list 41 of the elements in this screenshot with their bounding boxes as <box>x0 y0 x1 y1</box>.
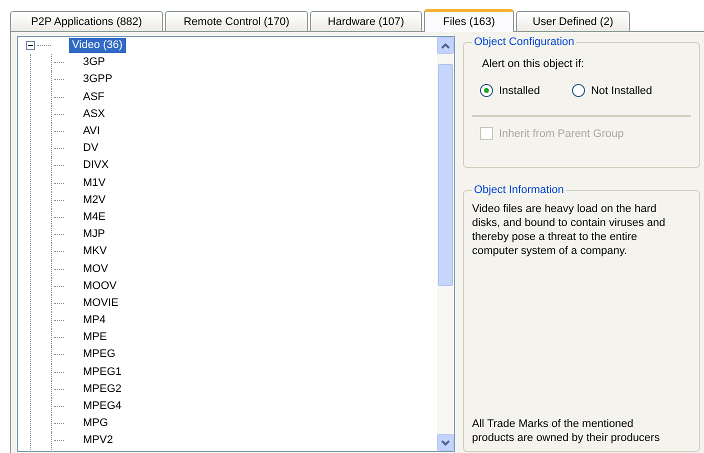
trademark-note: All Trade Marks of the mentioned products are owned by their producers <box>472 417 661 445</box>
tree-item[interactable]: MPV2 <box>80 433 116 448</box>
collapse-icon[interactable] <box>26 41 35 50</box>
tree-item[interactable]: M2V <box>80 192 109 208</box>
description-text: Video files are heavy load on the hard disks, and bound to contain viruses and thereby pose a threat to the entire computer system of a company. <box>472 202 666 258</box>
tree-item[interactable]: 3GP <box>80 55 108 70</box>
scroll-thumb[interactable] <box>438 64 453 286</box>
tree-item[interactable]: MPEG4 <box>80 399 125 414</box>
tree-item[interactable]: MJP <box>80 227 108 242</box>
group-title: Object Configuration <box>473 36 576 48</box>
tree-item[interactable]: M4E <box>80 210 109 225</box>
tree-item[interactable]: ASF <box>80 90 108 105</box>
scroll-down-button[interactable] <box>437 434 454 451</box>
tree-item[interactable]: MPG <box>80 416 112 432</box>
tab[interactable]: P2P Applications (882) <box>10 11 163 31</box>
tree-item[interactable]: Video (36) <box>69 38 126 54</box>
tree-item[interactable]: AVI <box>80 124 103 140</box>
scrollbar[interactable] <box>437 37 454 451</box>
tree-item[interactable]: MOVIE <box>80 296 122 311</box>
tree-item[interactable]: MPEG1 <box>80 364 125 380</box>
tree-item[interactable]: MOV <box>80 262 112 277</box>
tab[interactable]: Files (163) <box>424 9 514 32</box>
tree-item[interactable]: M1V <box>80 176 109 191</box>
tree-item[interactable]: MPEG <box>80 347 118 362</box>
radio-option[interactable]: Not Installed <box>572 84 652 97</box>
tab[interactable]: Hardware (107) <box>310 11 422 31</box>
tree-item[interactable]: MPEG2 <box>80 382 125 397</box>
tree-item[interactable]: MP4 <box>80 313 109 328</box>
tree-item[interactable]: MOOV <box>80 278 120 294</box>
tree-item[interactable]: 3GPP <box>80 72 116 88</box>
radio-option[interactable]: Installed <box>480 84 540 97</box>
tree-item[interactable]: DIVX <box>80 158 112 174</box>
tree-item[interactable]: ASX <box>80 106 108 122</box>
tab[interactable]: Remote Control (170) <box>165 11 308 31</box>
scroll-up-button[interactable] <box>437 37 454 54</box>
tree-item[interactable]: DV <box>80 141 102 156</box>
tree-item[interactable]: MKV <box>80 244 110 260</box>
group-title: Object Information <box>473 184 565 196</box>
prompt-label: Alert on this object if: <box>482 58 586 70</box>
tree-item[interactable]: MPE <box>80 330 110 346</box>
tab[interactable]: User Defined (2) <box>516 11 630 31</box>
